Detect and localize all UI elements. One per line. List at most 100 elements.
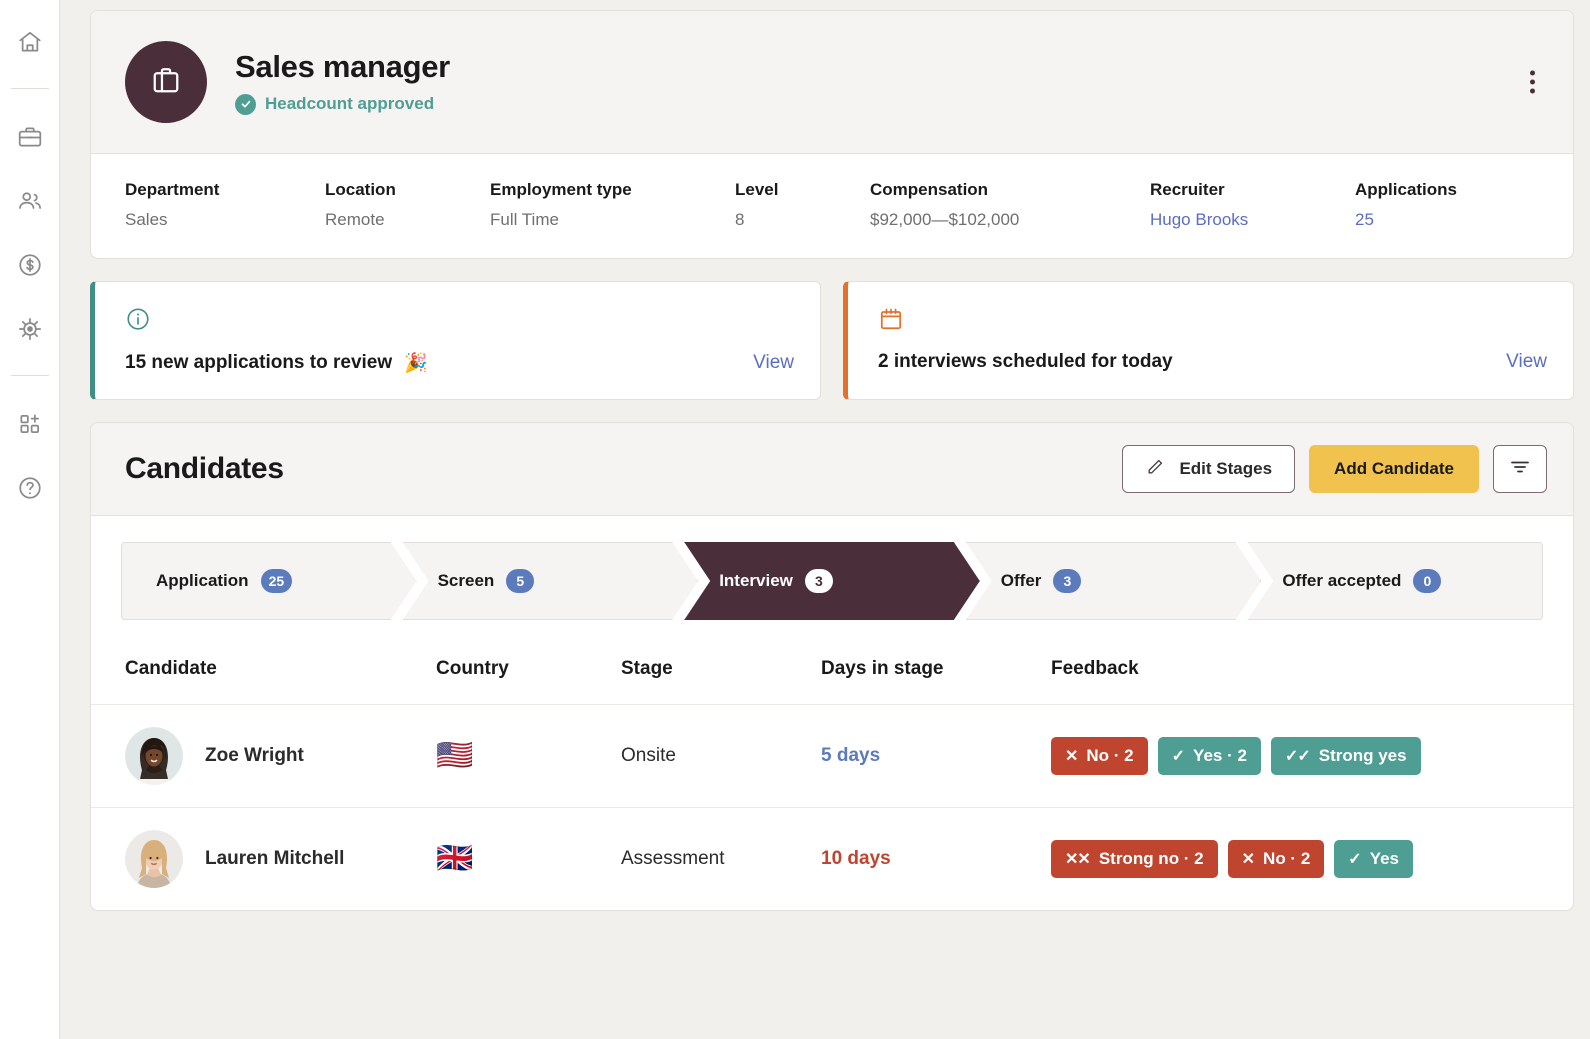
meta-label: Department (125, 180, 220, 199)
job-avatar (125, 41, 207, 123)
add-candidate-button[interactable]: Add Candidate (1309, 445, 1479, 493)
table-body: Zoe Wright 🇺🇸 Onsite 5 days ✕ No · 2 ✓ Y… (91, 704, 1573, 910)
stage-label: Interview (719, 571, 793, 590)
sidebar-item-compensation[interactable] (10, 245, 50, 285)
stage-count-badge: 0 (1413, 569, 1442, 593)
country-flag-icon: 🇺🇸 (436, 739, 474, 772)
meta-applications: Applications 25 (1355, 180, 1457, 230)
cell-candidate: Lauren Mitchell (91, 807, 436, 910)
stage-label: Offer accepted (1282, 571, 1402, 590)
banner-message: 2 interviews scheduled for today (878, 351, 1173, 372)
feedback-badge[interactable]: ✕ No · 2 (1051, 737, 1148, 775)
pipeline-stage-offer-accepted[interactable]: Offer accepted 0 (1247, 542, 1543, 620)
briefcase-icon (17, 124, 43, 150)
feedback-badge[interactable]: ✓ Yes · 2 (1157, 737, 1261, 775)
filter-icon (1508, 455, 1532, 484)
banner-view-link[interactable]: View (1506, 351, 1547, 373)
cell-days-in-stage: 5 days (821, 704, 1051, 808)
banner-text: 15 new applications to review 🎉 (125, 351, 428, 375)
days-in-stage-value: 5 days (821, 745, 881, 766)
candidates-header: Candidates Edit Stages Add Candidate (91, 423, 1573, 516)
sidebar-item-apps[interactable] (10, 404, 50, 444)
edit-stages-button[interactable]: Edit Stages (1122, 445, 1296, 493)
calendar-icon (878, 306, 1547, 337)
filter-button[interactable] (1493, 445, 1547, 493)
meta-employment-type: Employment type Full Time (490, 180, 735, 230)
feedback-mark-icon: ✓✓ (1284, 748, 1311, 765)
status-badge: Headcount approved (235, 93, 450, 115)
feedback-badges: ✕✕ Strong no · 2 ✕ No · 2 ✓ Yes (1051, 840, 1573, 878)
banner-new-applications[interactable]: 15 new applications to review 🎉 View (90, 281, 821, 400)
feedback-mark-icon: ✓ (1348, 851, 1361, 868)
pipeline-stage-application[interactable]: Application 25 (121, 542, 417, 620)
feedback-mark-icon: ✕ (1065, 748, 1078, 765)
feedback-label: Strong yes (1318, 746, 1407, 765)
app-root: Sales manager Headcount approved Departm… (0, 0, 1590, 1039)
stage-count-badge: 25 (261, 569, 293, 593)
check-icon (235, 93, 256, 115)
sidebar-item-settings[interactable] (10, 309, 50, 349)
job-options-menu-button[interactable] (1520, 63, 1545, 102)
feedback-label: No · 2 (1263, 849, 1311, 868)
feedback-badge[interactable]: ✕✕ Strong no · 2 (1051, 840, 1218, 878)
table-row[interactable]: Lauren Mitchell 🇬🇧 Assessment 10 days ✕✕… (91, 807, 1573, 910)
sidebar-divider-2 (10, 375, 49, 376)
job-title-block: Sales manager Headcount approved (235, 49, 450, 115)
feedback-mark-icon: ✕✕ (1065, 851, 1091, 868)
status-label: Headcount approved (265, 94, 435, 114)
briefcase-icon (148, 62, 184, 103)
meta-value: 8 (735, 210, 745, 229)
pipeline-stages: Application 25 Screen 5 Interview 3 Offe… (91, 516, 1573, 640)
pipeline-stage-offer[interactable]: Offer 3 (966, 542, 1262, 620)
meta-label: Employment type (490, 180, 632, 199)
candidate-name: Zoe Wright (205, 745, 304, 766)
main-sidebar (0, 0, 60, 1039)
banner-row: 15 new applications to review 🎉 View (125, 351, 794, 375)
stage-count-badge: 5 (506, 569, 534, 593)
feedback-badge[interactable]: ✕ No · 2 (1227, 840, 1325, 878)
cell-feedback: ✕✕ Strong no · 2 ✕ No · 2 ✓ Yes (1051, 807, 1573, 910)
applications-link[interactable]: 25 (1355, 210, 1457, 230)
recruiter-link[interactable]: Hugo Brooks (1150, 210, 1355, 230)
feedback-badge[interactable]: ✓✓ Strong yes (1270, 737, 1421, 775)
feedback-badge[interactable]: ✓ Yes (1334, 840, 1413, 878)
main-content: Sales manager Headcount approved Departm… (60, 0, 1590, 1039)
meta-department: Department Sales (125, 180, 325, 230)
column-header-feedback: Feedback (1051, 658, 1139, 679)
job-meta-row: Department Sales Location Remote Employm… (91, 154, 1573, 258)
banner-row: 2 interviews scheduled for today View (878, 351, 1547, 373)
column-header-stage: Stage (621, 658, 673, 679)
meta-level: Level 8 (735, 180, 870, 230)
table-row[interactable]: Zoe Wright 🇺🇸 Onsite 5 days ✕ No · 2 ✓ Y… (91, 704, 1573, 808)
pipeline-stage-screen[interactable]: Screen 5 (403, 542, 699, 620)
country-flag-icon: 🇬🇧 (436, 842, 474, 875)
add-candidate-label: Add Candidate (1334, 459, 1454, 478)
table-header-row: Candidate Country Stage Days in stage Fe… (91, 640, 1573, 705)
candidates-toolbar: Edit Stages Add Candidate (1122, 445, 1547, 493)
cell-days-in-stage: 10 days (821, 807, 1051, 910)
meta-value: Remote (325, 210, 385, 229)
sidebar-item-jobs[interactable] (10, 117, 50, 157)
candidates-panel: Candidates Edit Stages Add Candidate App… (90, 422, 1574, 911)
meta-value: Sales (125, 210, 168, 229)
banner-message: 15 new applications to review (125, 352, 393, 373)
sidebar-item-people[interactable] (10, 181, 50, 221)
candidate-cell: Lauren Mitchell (125, 830, 436, 888)
banner-view-link[interactable]: View (753, 352, 794, 374)
stage-count-badge: 3 (1053, 569, 1081, 593)
candidate-cell: Zoe Wright (125, 727, 436, 785)
sidebar-item-help[interactable] (10, 468, 50, 508)
avatar (125, 727, 183, 785)
candidates-table: Candidate Country Stage Days in stage Fe… (91, 640, 1573, 910)
sidebar-item-home[interactable] (10, 22, 50, 62)
pipeline-stage-interview[interactable]: Interview 3 (684, 542, 980, 620)
banner-text: 2 interviews scheduled for today (878, 351, 1173, 373)
party-popper-icon: 🎉 (404, 353, 428, 374)
sidebar-divider-1 (10, 88, 49, 89)
cell-candidate: Zoe Wright (91, 704, 436, 808)
stage-label: Screen (437, 571, 495, 590)
stage-label: Offer (1000, 571, 1042, 590)
table-header: Candidate Country Stage Days in stage Fe… (91, 640, 1573, 705)
banner-interviews-today[interactable]: 2 interviews scheduled for today View (843, 281, 1574, 400)
meta-location: Location Remote (325, 180, 490, 230)
